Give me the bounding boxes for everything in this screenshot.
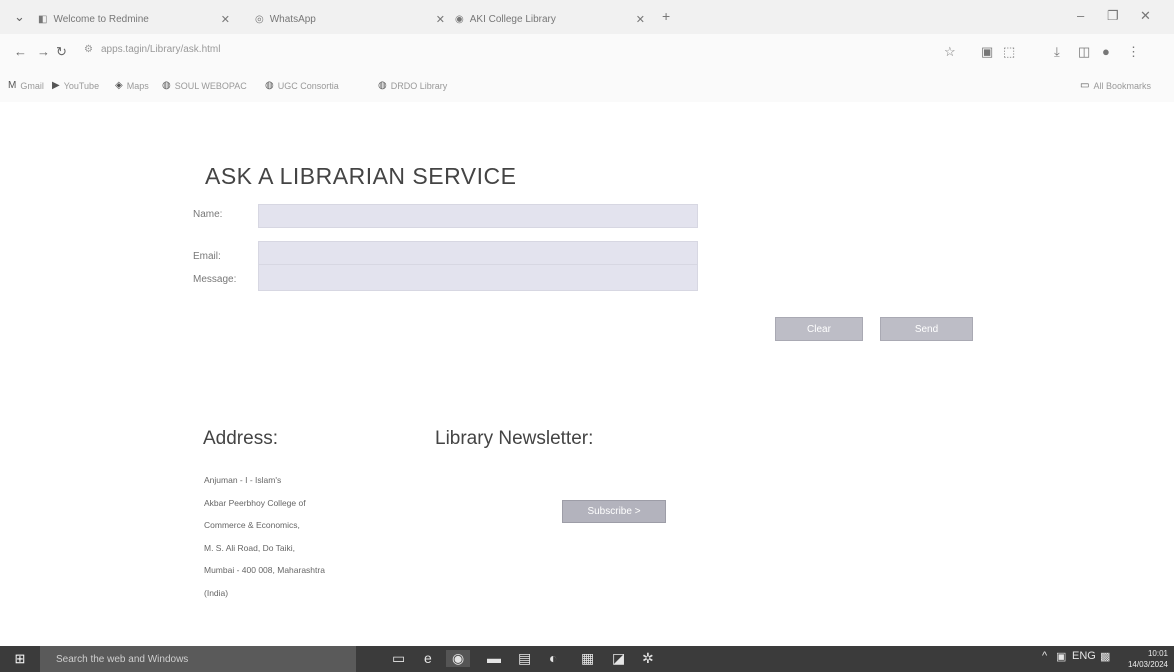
taskbar-search[interactable]: Search the web and Windows xyxy=(40,646,356,672)
bookmark-drdo[interactable]: ◍ DRDO Library xyxy=(378,80,447,91)
task-view-icon[interactable]: ▭ xyxy=(392,650,405,667)
store-icon[interactable]: ▤ xyxy=(518,650,531,667)
restore-icon[interactable]: ❐ xyxy=(1107,8,1119,24)
whatsapp-icon: ◎ xyxy=(255,13,264,25)
clear-button[interactable]: Clear xyxy=(775,317,863,341)
edge-icon[interactable]: e xyxy=(424,650,432,666)
url-text: apps.tagin/Library/ask.html xyxy=(100,44,221,55)
close-icon[interactable]: ✕ xyxy=(636,13,645,26)
bookmark-ugc[interactable]: ◍ UGC Consortia xyxy=(265,80,339,91)
taskbar-clock[interactable]: 10:01 14/03/2024 xyxy=(1128,648,1168,670)
newsletter-heading: Library Newsletter: xyxy=(435,428,594,449)
tab-favicon-icon: ◧ xyxy=(38,13,48,25)
address-heading: Address: xyxy=(203,428,278,449)
download-icon[interactable]: ⤓ xyxy=(1054,44,1060,60)
bookmark-maps[interactable]: ◈ Maps xyxy=(115,80,149,91)
bookmarks-bar: M Gmail ▶ YouTube ◈ Maps ◍ SOUL WEBOPAC ◍ UGC… xyxy=(0,70,1174,102)
address-line: M. S. Ali Road, Do Taiki, xyxy=(204,542,296,553)
tray-network-icon[interactable]: ▣ xyxy=(1056,650,1066,663)
close-icon[interactable]: ✕ xyxy=(436,13,445,26)
pdf-icon[interactable]: ◪ xyxy=(612,650,625,667)
puzzle-icon[interactable]: ⬚ xyxy=(1003,44,1015,60)
bookmark-gmail[interactable]: M Gmail xyxy=(8,80,44,91)
name-field[interactable] xyxy=(258,204,698,228)
maps-icon: ◈ xyxy=(115,80,123,91)
address-block: Anjuman - I - Islam's Akbar Peerbhoy Col… xyxy=(204,469,325,604)
globe-icon: ◍ xyxy=(378,80,387,91)
taskbar: ⊞ Search the web and Windows ▭ e ◉ ▬ ▤ ◐… xyxy=(0,646,1174,672)
site-info-icon[interactable]: ⚙ xyxy=(84,44,93,55)
profile-icon[interactable]: ● xyxy=(1102,44,1110,59)
browser-nav-bar: ← → ↻ ⚙ apps.tagin/Library/ask.html ☆ ▣ … xyxy=(0,34,1174,70)
app-icon[interactable]: ▦ xyxy=(581,650,594,667)
tab-redmine[interactable]: ◧ Welcome to Redmine ✕ xyxy=(38,8,238,30)
menu-icon[interactable]: ⋮ xyxy=(1127,44,1140,60)
tab-favicon-icon: ◉ xyxy=(455,13,464,25)
address-line: (India) xyxy=(204,587,229,598)
tray-language[interactable]: ENG xyxy=(1072,650,1096,662)
bookmark-youtube[interactable]: ▶ YouTube xyxy=(52,80,99,91)
bookmark-star-icon[interactable]: ☆ xyxy=(944,44,956,60)
windows-start-icon[interactable]: ⊞ xyxy=(0,646,40,672)
window-close-icon[interactable]: ✕ xyxy=(1140,8,1151,24)
bookmark-soul[interactable]: ◍ SOUL WEBOPAC xyxy=(162,80,247,91)
email-field[interactable] xyxy=(258,241,698,265)
settings-app-icon[interactable]: ✲ xyxy=(642,650,654,667)
file-explorer-icon[interactable]: ▬ xyxy=(487,650,501,666)
tray-chevron-icon[interactable]: ^ xyxy=(1042,650,1047,662)
close-icon[interactable]: ✕ xyxy=(221,13,230,26)
sidepanel-icon[interactable]: ◫ xyxy=(1078,44,1090,60)
address-line: Anjuman - I - Islam's xyxy=(204,475,282,485)
message-field[interactable] xyxy=(258,264,698,291)
globe-icon: ◍ xyxy=(162,80,171,91)
address-line: Commerce & Economics, xyxy=(204,520,300,530)
email-label: Email: xyxy=(193,251,221,262)
address-line: Mumbai - 400 008, Maharashtra xyxy=(204,565,325,575)
back-icon[interactable]: ← xyxy=(14,44,27,59)
youtube-icon: ▶ xyxy=(52,80,60,91)
folder-icon: ▭ xyxy=(1080,80,1090,91)
tab-whatsapp[interactable]: ◎ WhatsApp ✕ xyxy=(255,8,445,30)
address-line: Akbar Peerbhoy College of xyxy=(204,497,306,508)
name-label: Name: xyxy=(193,209,223,220)
extension-icon[interactable]: ▣ xyxy=(981,44,993,60)
send-button[interactable]: Send xyxy=(880,317,973,341)
all-bookmarks[interactable]: ▭ All Bookmarks xyxy=(1080,80,1151,91)
globe-icon: ◍ xyxy=(265,80,274,91)
tray-notification-icon[interactable]: ▩ xyxy=(1100,650,1110,663)
browser-tab-bar: ⌄ ◧ Welcome to Redmine ✕ ◎ WhatsApp ✕ ◉ … xyxy=(0,0,1174,34)
reload-icon[interactable]: ↻ xyxy=(56,44,67,60)
subscribe-button[interactable]: Subscribe > xyxy=(562,500,666,523)
tab-search-icon[interactable]: ⌄ xyxy=(14,9,25,25)
forward-icon[interactable]: → xyxy=(37,44,50,59)
message-label: Message: xyxy=(193,274,237,285)
address-bar[interactable]: ⚙ apps.tagin/Library/ask.html xyxy=(84,44,220,55)
tab-library[interactable]: ◉ AKI College Library ✕ xyxy=(455,8,645,30)
minimize-icon[interactable]: – xyxy=(1077,8,1084,23)
new-tab-icon[interactable]: + xyxy=(662,8,670,24)
gmail-icon: M xyxy=(8,80,17,91)
media-icon[interactable]: ◐ xyxy=(549,650,557,666)
page-title: ASK A LIBRARIAN SERVICE xyxy=(205,163,517,189)
chrome-icon[interactable]: ◉ xyxy=(446,650,471,667)
